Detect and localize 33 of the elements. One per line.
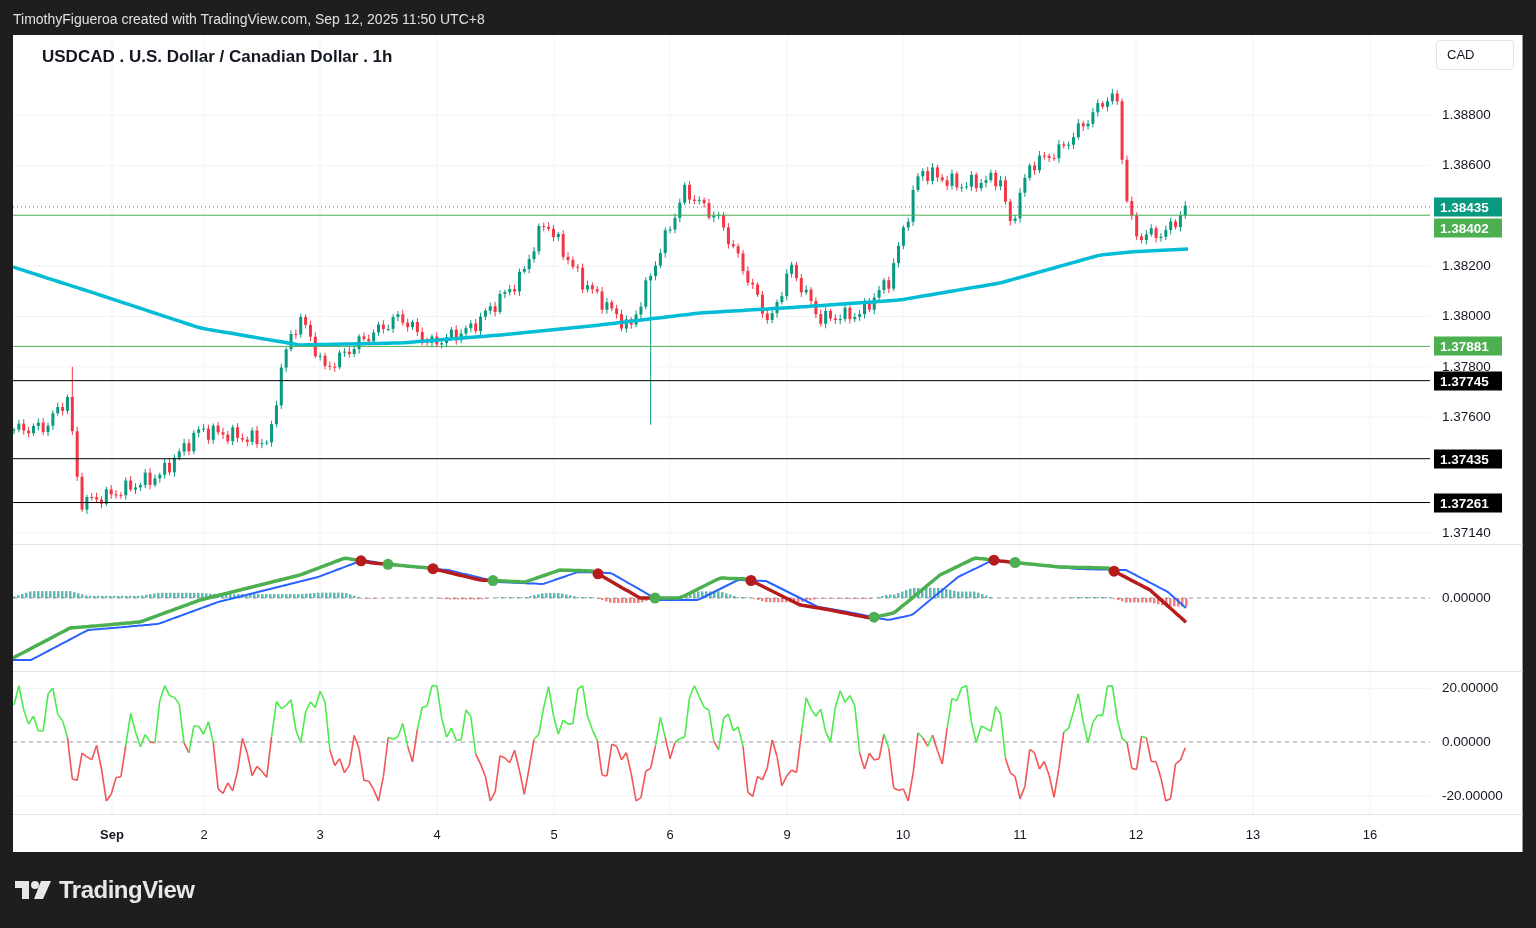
- price-tag: 1.37261: [1434, 493, 1502, 512]
- oscillator-axis-label: 0.00000: [1442, 590, 1491, 606]
- time-axis-label: 4: [433, 826, 441, 844]
- price-axis-label: 1.38000: [1442, 308, 1491, 325]
- time-axis-label: 10: [895, 826, 911, 844]
- price-axis-label: 1.37600: [1442, 409, 1491, 426]
- time-axis-label: 16: [1362, 826, 1378, 844]
- logo-icon: [15, 881, 51, 899]
- price-axis-label: 1.38800: [1442, 107, 1491, 123]
- price-axis-label: 1.38600: [1442, 157, 1491, 174]
- time-axis-label: Sep: [100, 826, 124, 844]
- time-axis-label: 6: [666, 826, 674, 844]
- time-axis-label: 3: [316, 826, 324, 844]
- momentum-axis-label: 20.00000: [1442, 680, 1499, 697]
- currency-button[interactable]: CAD: [1436, 40, 1514, 70]
- time-axis-label: 9: [783, 826, 791, 844]
- price-axis-label: 1.38200: [1442, 258, 1491, 275]
- price-tag: 1.38402: [1434, 218, 1502, 238]
- time-axis-label: 12: [1128, 826, 1144, 844]
- credit-text: TimothyFigueroa created with TradingView.com, Sep 12, 2025 11:50 UTC+8: [13, 11, 485, 27]
- momentum-axis-label: -20.00000: [1442, 787, 1503, 804]
- chart-title: USDCAD . U.S. Dollar / Canadian Dollar . 1h: [42, 46, 393, 68]
- time-axis-label: 2: [200, 826, 208, 844]
- momentum-axis-label: 0.00000: [1442, 734, 1491, 750]
- time-axis-label: 5: [550, 826, 558, 844]
- price-tag: 1.37435: [1434, 449, 1502, 469]
- price-axis-label: 1.37140: [1442, 525, 1491, 541]
- brand-name: TradingView: [59, 875, 195, 905]
- time-axis-label: 13: [1245, 826, 1261, 844]
- price-tag: 1.38435: [1434, 197, 1502, 217]
- price-tag: 1.37745: [1434, 371, 1502, 391]
- time-axis-label: 11: [1013, 826, 1027, 844]
- price-tag: 1.37881: [1434, 336, 1502, 356]
